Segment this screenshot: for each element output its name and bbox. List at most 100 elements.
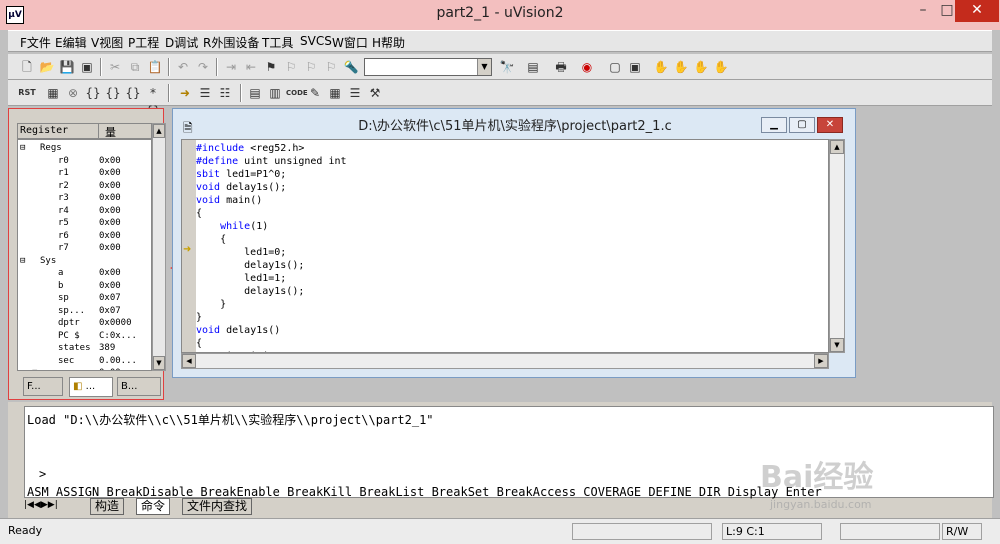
performance-icon[interactable]: ☰	[346, 84, 364, 102]
scroll-right-icon[interactable]: ▶	[814, 354, 828, 368]
run-icon[interactable]: ▦	[44, 84, 62, 102]
hand-4-icon[interactable]: ✋	[712, 58, 730, 76]
trace-records-icon[interactable]: ☷	[216, 84, 234, 102]
register-row[interactable]: sp... 0x07	[18, 305, 151, 318]
stop-icon[interactable]: ⊗	[64, 84, 82, 102]
reset-cpu-icon[interactable]: RST	[18, 84, 36, 102]
register-row[interactable]: r4 0x00	[18, 205, 151, 218]
register-row[interactable]: states 389	[18, 342, 151, 355]
unindent-icon[interactable]: ⇤	[242, 58, 260, 76]
menu-peripherals[interactable]: R外围设备	[203, 34, 259, 51]
collapse-icon[interactable]: ⊟	[20, 142, 25, 154]
window-2-icon[interactable]: ▣	[626, 58, 644, 76]
run-to-cursor-icon[interactable]: *{}	[144, 84, 162, 118]
step-over-icon[interactable]: {}	[104, 84, 122, 102]
menu-help[interactable]: H帮助	[372, 34, 405, 51]
new-file-icon[interactable]: 🗋	[18, 58, 36, 76]
bookmark-next-icon[interactable]: ⚐	[282, 58, 300, 76]
source-close-button[interactable]: ✕	[817, 117, 843, 133]
source-minimize-button[interactable]: ▁	[761, 117, 787, 133]
chevron-down-icon[interactable]: ▼	[477, 59, 491, 75]
open-file-icon[interactable]: 📂	[38, 58, 56, 76]
tab-command[interactable]: 命令	[136, 498, 171, 515]
register-row[interactable]: r1 0x00	[18, 167, 151, 180]
scroll-left-icon[interactable]: ◀	[182, 354, 196, 368]
register-row[interactable]: ⊟ Sys	[18, 255, 151, 268]
menu-tools[interactable]: T工具	[262, 34, 293, 51]
source-horizontal-scrollbar[interactable]: ◀ ▶	[181, 353, 829, 369]
hand-3-icon[interactable]: ✋	[692, 58, 710, 76]
undo-icon[interactable]: ↶	[174, 58, 192, 76]
expand-icon[interactable]: ⊞	[32, 367, 37, 370]
tab-registers[interactable]: ◧ ...	[69, 377, 113, 397]
source-vertical-scrollbar[interactable]: ▲ ▼	[829, 139, 845, 353]
step-into-icon[interactable]: {}	[84, 84, 102, 102]
menu-debug[interactable]: D调试	[165, 34, 198, 51]
step-out-icon[interactable]: {}	[124, 84, 142, 102]
menu-project[interactable]: P工程	[128, 34, 159, 51]
register-row[interactable]: sec 0.00...	[18, 355, 151, 368]
register-row[interactable]: ⊞ psw 0x00	[18, 367, 151, 370]
cut-icon[interactable]: ✂	[106, 58, 124, 76]
register-row[interactable]: ⊟ Regs	[18, 142, 151, 155]
print-icon[interactable]: 🖶	[552, 58, 570, 76]
source-maximize-button[interactable]: ▢	[789, 117, 815, 133]
bookmark-toggle-icon[interactable]: ⚑	[262, 58, 280, 76]
tab-find-in-files[interactable]: 文件内查找	[182, 498, 253, 515]
menu-edit[interactable]: E编辑	[55, 34, 87, 51]
register-row[interactable]: PC $ C:0x...	[18, 330, 151, 343]
tab-books[interactable]: B...	[117, 377, 161, 396]
paste-icon[interactable]: 📋	[146, 58, 164, 76]
register-row[interactable]: r0 0x00	[18, 155, 151, 168]
redo-icon[interactable]: ↷	[194, 58, 212, 76]
scroll-down-icon[interactable]: ▼	[830, 338, 844, 352]
bookmark-clear-icon[interactable]: ⚐	[322, 58, 340, 76]
find-icon[interactable]: 🔭	[498, 58, 516, 76]
memory-icon[interactable]: ✎	[306, 84, 324, 102]
scroll-up-icon[interactable]: ▲	[830, 140, 844, 154]
scroll-up-icon[interactable]: ▲	[153, 124, 165, 138]
tab-files[interactable]: F...	[23, 377, 63, 396]
register-row[interactable]: r6 0x00	[18, 230, 151, 243]
register-row[interactable]: dptr 0x0000	[18, 317, 151, 330]
editor-gutter[interactable]: ➜	[182, 140, 196, 352]
indent-icon[interactable]: ⇥	[222, 58, 240, 76]
command-prompt[interactable]: >	[39, 467, 46, 481]
hand-2-icon[interactable]: ✋	[672, 58, 690, 76]
bookmark-prev-icon[interactable]: ⚐	[302, 58, 320, 76]
copy-icon[interactable]: ⧉	[126, 58, 144, 76]
register-row[interactable]: r3 0x00	[18, 192, 151, 205]
register-row[interactable]: sp 0x07	[18, 292, 151, 305]
menu-view[interactable]: V视图	[91, 34, 123, 51]
register-scrollbar[interactable]: ▲ ▼	[152, 123, 166, 371]
hand-icon[interactable]: ✋	[652, 58, 670, 76]
tools-icon[interactable]: ⚒	[366, 84, 384, 102]
register-row[interactable]: r2 0x00	[18, 180, 151, 193]
incremental-find-icon[interactable]: ▤	[524, 58, 542, 76]
register-row[interactable]: b 0x00	[18, 280, 151, 293]
code-coverage-icon[interactable]: CODE	[286, 84, 308, 102]
code-editor[interactable]: ➜ #include <reg52.h> #define uint unsigne…	[181, 139, 829, 353]
menu-window[interactable]: W窗口	[332, 34, 368, 51]
collapse-icon[interactable]: ⊟	[20, 255, 25, 267]
find-combo[interactable]: ▼	[364, 58, 492, 76]
register-tree[interactable]: ⊟ Regs r0 0x00 r1 0x00 r2 0x00 r3 0x00 r4 0x00 r5 0x0…	[17, 139, 152, 371]
register-row[interactable]: r7 0x00	[18, 242, 151, 255]
disassembly-icon[interactable]: ▤	[246, 84, 264, 102]
window-icon[interactable]: ▢	[606, 58, 624, 76]
column-value[interactable]: 量	[98, 124, 116, 139]
register-row[interactable]: a 0x00	[18, 267, 151, 280]
serial-icon[interactable]: ▦	[326, 84, 344, 102]
debug-session-icon[interactable]: ◉	[578, 58, 596, 76]
save-all-icon[interactable]: ▣	[78, 58, 96, 76]
trace-icon[interactable]: ☰	[196, 84, 214, 102]
register-row[interactable]: r5 0x00	[18, 217, 151, 230]
scroll-down-icon[interactable]: ▼	[153, 356, 165, 370]
close-button[interactable]: ✕	[955, 0, 999, 22]
menu-svcs[interactable]: SVCS	[300, 34, 332, 48]
find-in-files-icon[interactable]: 🔦	[342, 58, 360, 76]
menu-file[interactable]: F文件	[20, 34, 51, 51]
watch-icon[interactable]: ▥	[266, 84, 284, 102]
save-icon[interactable]: 💾	[58, 58, 76, 76]
tab-nav-arrows-icon[interactable]: |◀◀▶▶|	[24, 500, 58, 510]
